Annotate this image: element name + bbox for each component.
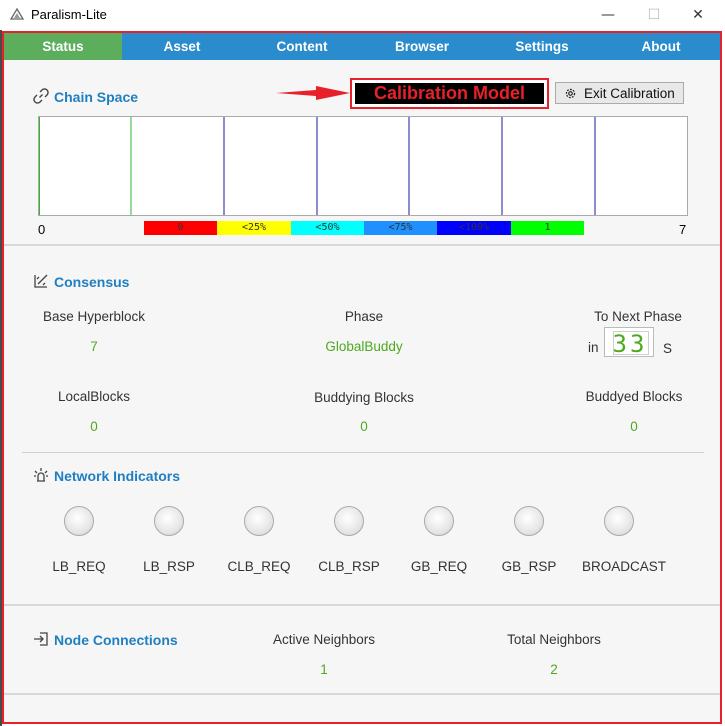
close-button[interactable]: ✕ xyxy=(684,4,712,26)
maximize-button[interactable]: ☐ xyxy=(640,4,668,26)
window-title: Paralism-Lite xyxy=(31,7,107,22)
highlight-frame xyxy=(2,31,722,724)
app-logo-icon xyxy=(10,8,24,20)
title-bar: Paralism-Lite — ☐ ✕ xyxy=(0,0,725,30)
minimize-button[interactable]: — xyxy=(594,4,622,26)
app-window: Paralism-Lite — ☐ ✕ Status Asset Content… xyxy=(0,0,725,726)
